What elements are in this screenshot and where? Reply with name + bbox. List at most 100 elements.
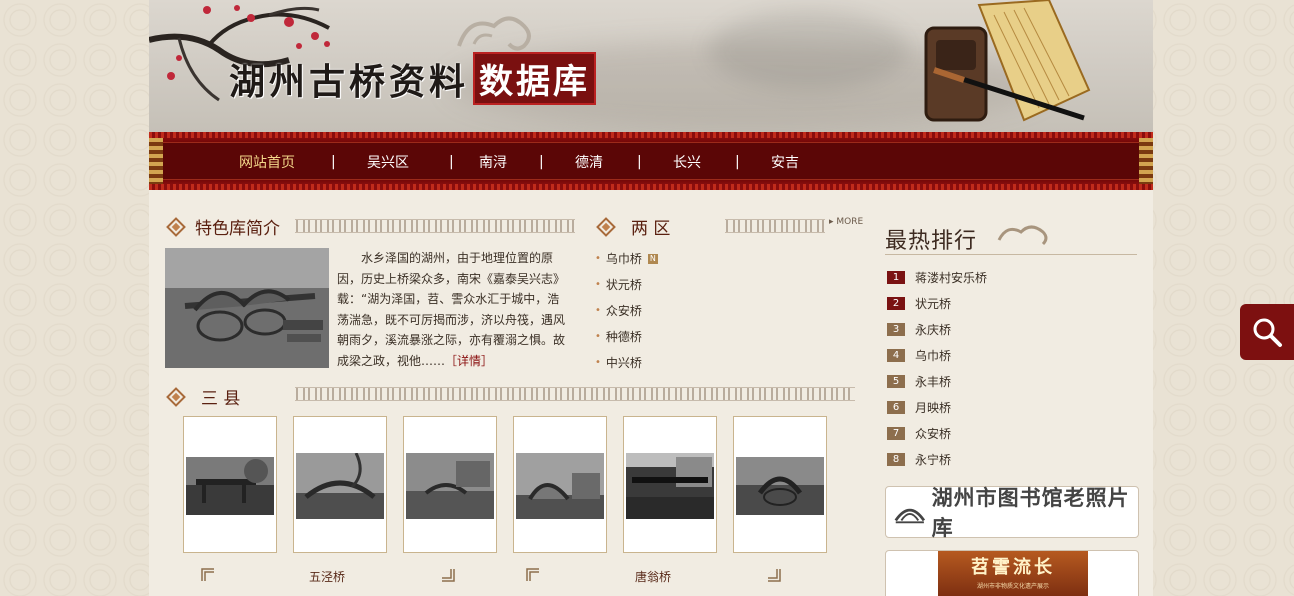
bridge-thumbnail [406,453,494,519]
bridge-thumbnail [516,453,604,519]
detail-link[interactable]: ［详情］ [445,354,493,368]
list-item-label[interactable]: 中兴桥 [606,353,642,373]
separator-text: | [449,154,454,170]
search-icon [1253,318,1282,347]
list-item[interactable]: 乌巾桥 N [595,246,658,272]
bridge-caption[interactable]: 唐翁桥 [635,568,671,585]
bridge-thumbnail [296,453,384,519]
nav-link-deqing[interactable]: 德清 [575,152,603,172]
corner-ornament-icon [768,569,781,582]
list-item[interactable]: 中兴桥 [595,350,658,376]
nav-item-home[interactable]: 网站首页 [207,152,331,172]
library-logo-icon [894,508,926,524]
bridge-caption[interactable]: 五泾桥 [309,568,345,585]
bridge-photo-icon [165,248,329,368]
ranking-item[interactable]: 5 永丰桥 [887,368,987,394]
library-photo-text: 湖州市图书馆老照片库 [931,485,1130,540]
nav-item-wuxing[interactable]: 吴兴区 [347,152,443,172]
fret-divider [295,387,855,401]
search-button[interactable] [1240,304,1294,360]
ranking-label[interactable]: 月映桥 [915,399,951,416]
corner-ornament-icon [526,568,539,581]
zhaxi-title: 苕霅流长 [971,557,1055,578]
list-item[interactable]: 众安桥 [595,298,658,324]
new-badge: N [647,254,658,264]
nav-link-nanxun[interactable]: 南浔 [479,152,507,172]
more-label[interactable]: MORE [836,217,863,227]
list-item[interactable]: 种德桥 [595,324,658,350]
nav-separator: | [443,152,463,172]
bridge-card[interactable] [293,416,387,553]
hot-ranking-title: 最热排行 [885,229,978,254]
nav-separator: | [735,152,757,172]
two-districts-heading: 两 区 [596,214,671,239]
nav-item-anji[interactable]: 安吉 [757,152,833,172]
ranking-label[interactable]: 蒋溇村安乐桥 [915,269,987,286]
list-item[interactable]: 状元桥 [595,272,658,298]
ranking-item[interactable]: 4 乌巾桥 [887,342,987,368]
diamond-icon [166,386,186,407]
logo-highlight-text: 数据库 [473,52,597,105]
ranking-label[interactable]: 永丰桥 [915,373,951,390]
separator-text: | [735,154,740,170]
intro-text: 水乡泽国的湖州，由于地理位置的原因，历史上桥梁众多，南宋《嘉泰吴兴志》载：“湖为… [337,248,569,371]
rank-badge: 5 [887,374,905,388]
nav-link-wuxing[interactable]: 吴兴区 [367,152,409,172]
nav-separator: | [637,152,659,172]
rank-badge: 2 [887,296,905,310]
ranking-item[interactable]: 2 状元桥 [887,290,987,316]
ranking-item[interactable]: 6 月映桥 [887,394,987,420]
hot-ranking-list: 1 蒋溇村安乐桥 2 状元桥 3 永庆桥 4 乌巾桥 5 永丰桥 6 月映桥 7 众安桥 8永… [887,264,987,472]
page-container: 湖州古桥资料 数据库 网站首页 | 吴兴区 | 南浔 | 德清 | 长兴 | 安… [149,0,1153,596]
three-counties-heading: 三 县 [166,384,241,409]
bridge-thumbnail [736,457,824,515]
ranking-item[interactable]: 8 永宁桥 [887,446,987,472]
bridge-card[interactable] [623,416,717,553]
rank-badge: 6 [887,400,905,414]
list-item-label[interactable]: 众安桥 [606,301,642,321]
rank-badge: 3 [887,322,905,336]
bridge-card[interactable] [403,416,497,553]
nav-link-home[interactable]: 网站首页 [239,152,295,172]
three-counties-title: 三 县 [201,389,241,409]
bridge-card[interactable] [513,416,607,553]
nav-link-anji[interactable]: 安吉 [771,152,799,172]
rank-badge: 8 [887,452,905,466]
ranking-label[interactable]: 众安桥 [915,425,951,442]
hot-divider [885,254,1137,255]
nav-item-nanxun[interactable]: 南浔 [463,152,539,172]
nav-item-changxing[interactable]: 长兴 [659,152,735,172]
diamond-icon [596,216,616,237]
corner-ornament-icon [442,569,455,582]
fret-divider [725,219,825,233]
nav-item-deqing[interactable]: 德清 [561,152,637,172]
list-item-label[interactable]: 种德桥 [606,327,642,347]
ranking-item[interactable]: 1 蒋溇村安乐桥 [887,264,987,290]
bridge-card[interactable] [733,416,827,553]
ranking-item[interactable]: 3 永庆桥 [887,316,987,342]
site-header: 湖州古桥资料 数据库 [149,0,1153,132]
list-item-label[interactable]: 状元桥 [606,275,642,295]
ranking-label[interactable]: 状元桥 [915,295,951,312]
ranking-item[interactable]: 7 众安桥 [887,420,987,446]
nav-menu: 网站首页 | 吴兴区 | 南浔 | 德清 | 长兴 | 安吉 [207,152,833,172]
fret-divider [295,219,575,233]
nav-link-changxing[interactable]: 长兴 [673,152,701,172]
intro-paragraph: 水乡泽国的湖州，由于地理位置的原因，历史上桥梁众多，南宋《嘉泰吴兴志》载：“湖为… [337,251,566,368]
two-districts-title: 两 区 [631,219,671,239]
zhaxi-banner[interactable]: 苕霅流长 湖州市非物质文化遗产展示 [885,550,1139,596]
more-link[interactable]: ▸ MORE [829,217,863,227]
bridge-card[interactable] [183,416,277,553]
ranking-label[interactable]: 永庆桥 [915,321,951,338]
ranking-label[interactable]: 乌巾桥 [915,347,951,364]
rank-badge: 7 [887,426,905,440]
bridge-thumbnail [626,453,714,519]
corner-ornament-icon [201,568,214,581]
list-item-label[interactable]: 乌巾桥 [606,249,642,269]
main-nav: 网站首页 | 吴兴区 | 南浔 | 德清 | 长兴 | 安吉 [149,132,1153,190]
site-logo[interactable]: 湖州古桥资料 数据库 [229,52,597,105]
separator-text: | [539,154,544,170]
ranking-label[interactable]: 永宁桥 [915,451,951,468]
library-photo-banner[interactable]: 湖州市图书馆老照片库 [885,485,1139,540]
intro-bridge-photo[interactable] [165,248,329,368]
